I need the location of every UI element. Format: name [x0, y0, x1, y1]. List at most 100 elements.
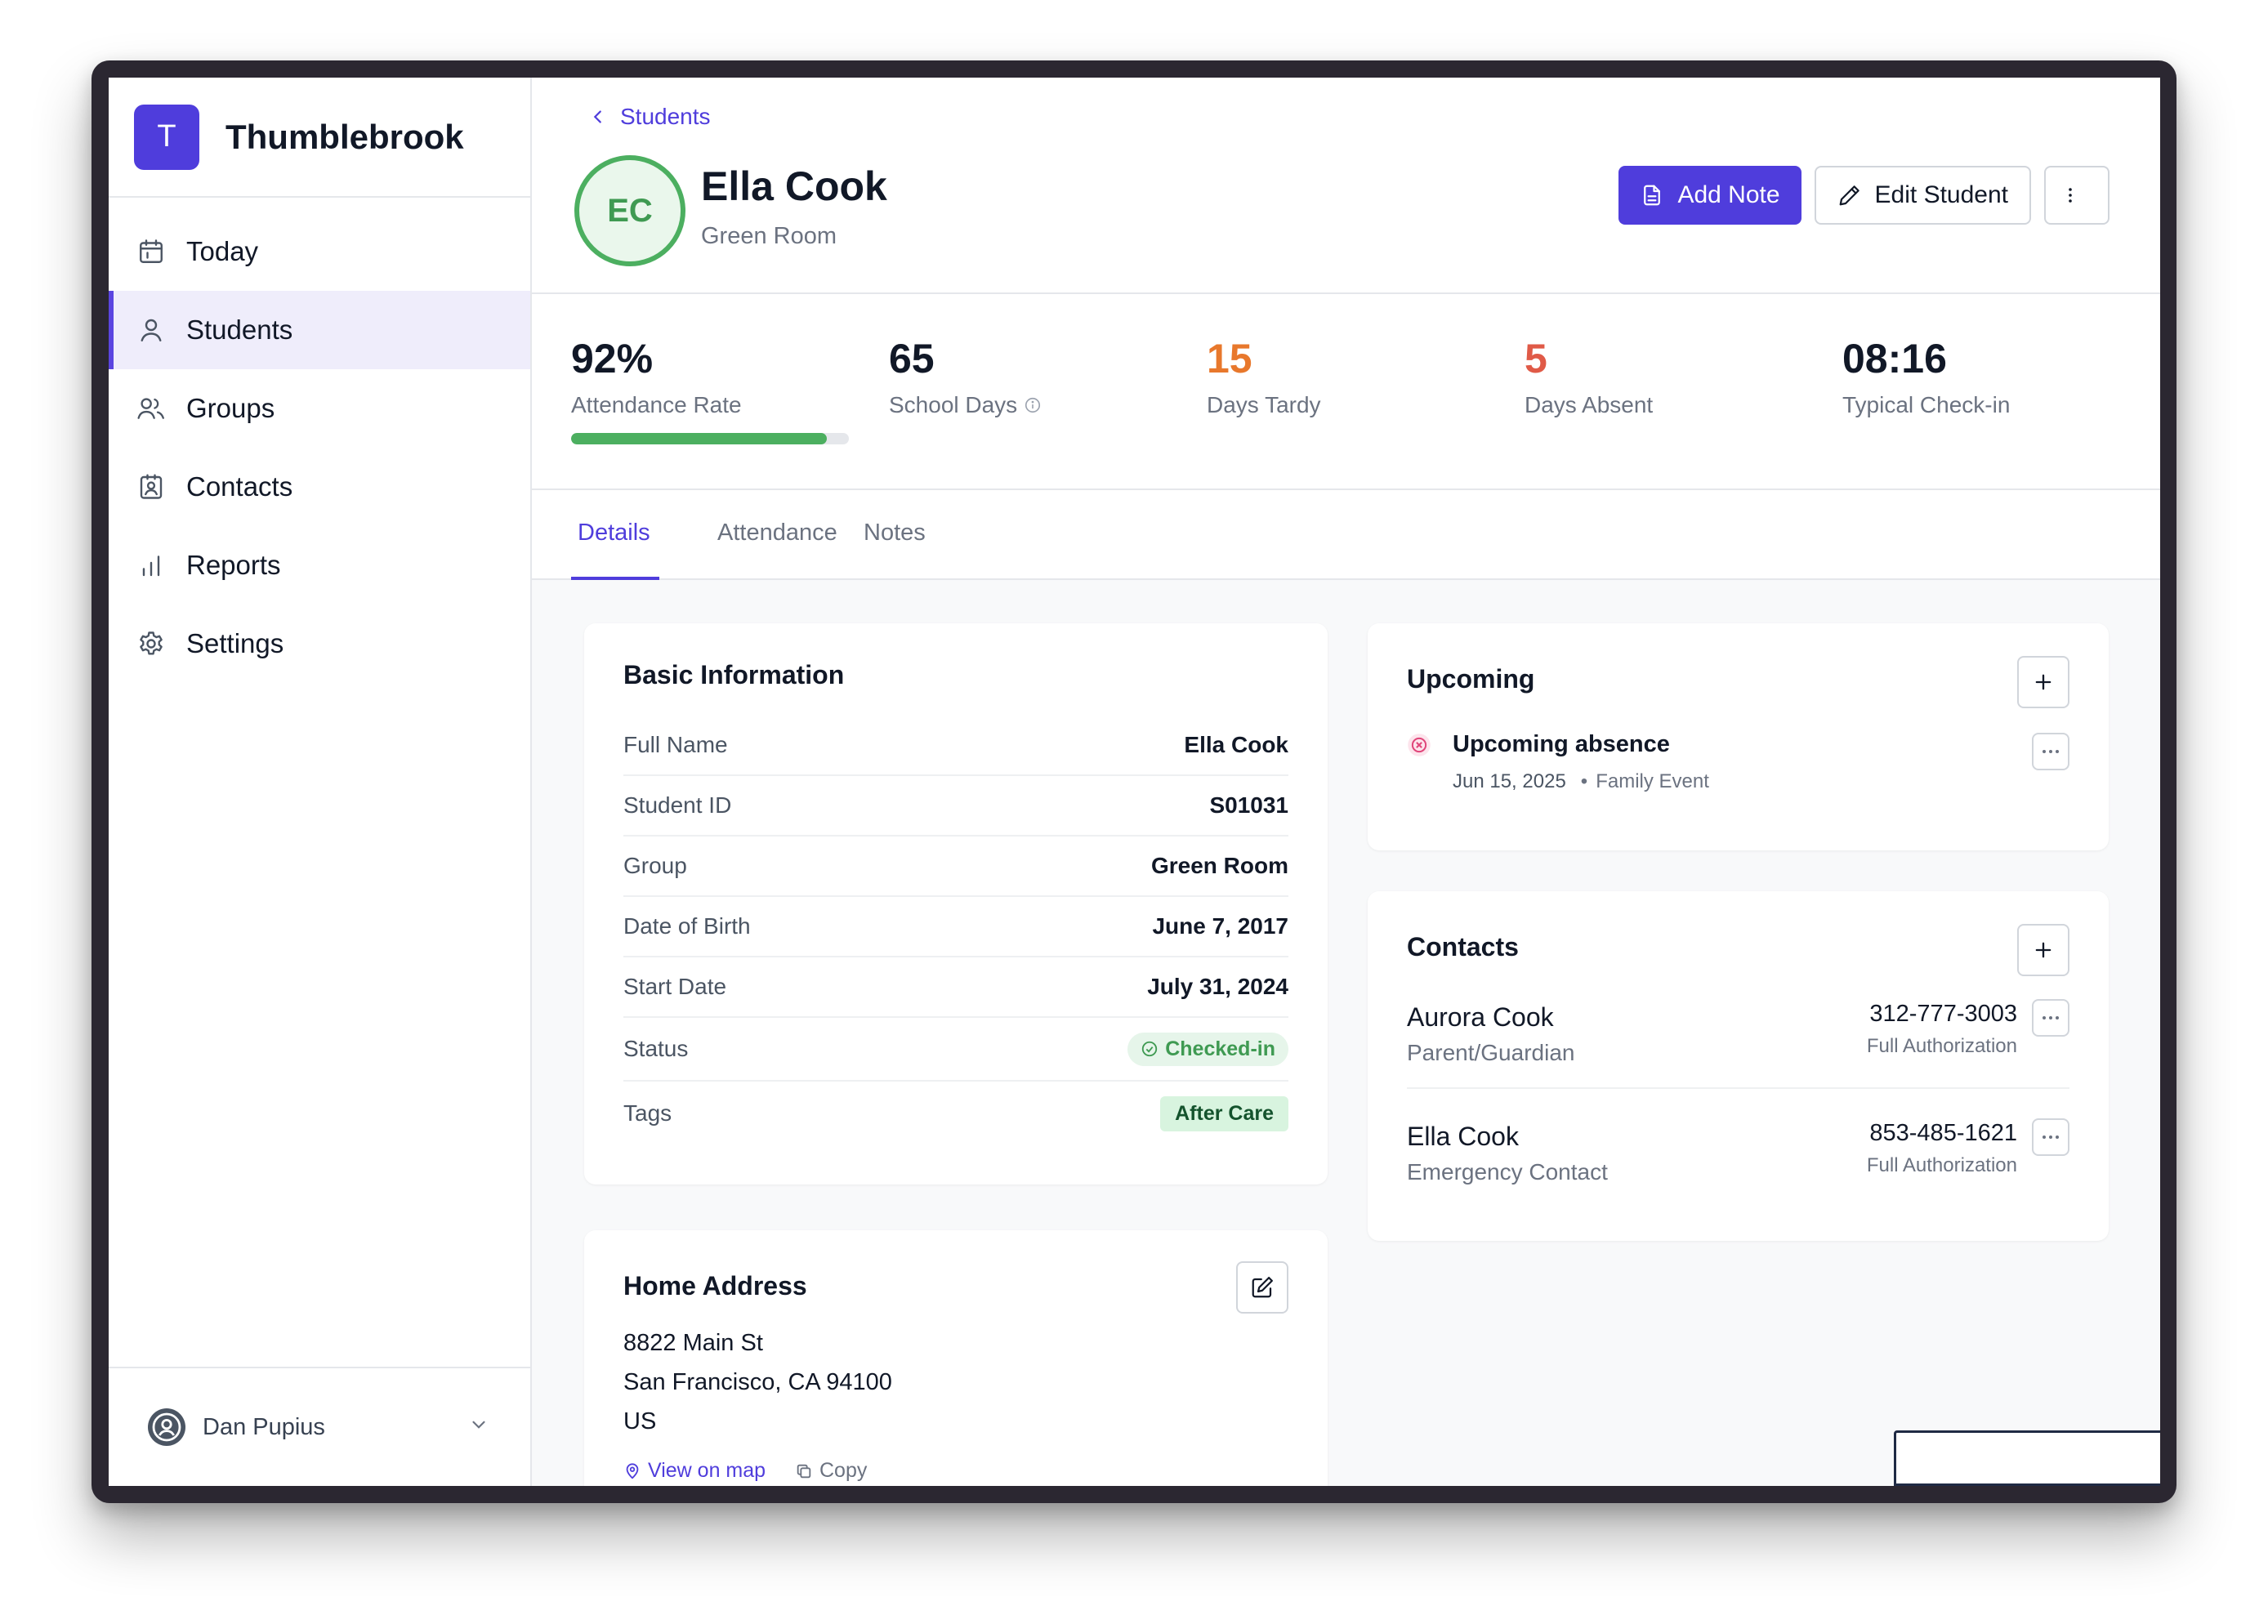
stat-value: 65	[889, 336, 935, 381]
pencil-icon	[1839, 185, 1859, 206]
info-icon[interactable]	[1024, 396, 1042, 414]
floating-panel[interactable]	[1894, 1430, 2160, 1486]
stat-days-absent: 5 Days Absent	[1525, 335, 1653, 418]
info-value: July 31, 2024	[1147, 974, 1288, 999]
stat-value: 08:16	[1842, 336, 1947, 381]
header-actions: Add Note Edit Student	[1618, 166, 2110, 225]
contact-phone[interactable]: 853-485-1621	[1869, 1120, 2017, 1147]
user-name: Dan Pupius	[203, 1413, 325, 1440]
tab-notes[interactable]: Notes	[864, 520, 926, 547]
upcoming-item-title: Upcoming absence	[1453, 731, 1670, 757]
upcoming-item-more-button[interactable]	[2032, 733, 2069, 770]
stat-label-row: School Days	[889, 392, 1042, 418]
sidebar-item-groups[interactable]: Groups	[109, 369, 530, 448]
contact-role: Emergency Contact	[1407, 1159, 1608, 1185]
breadcrumb[interactable]: Students	[589, 104, 711, 130]
stat-days-tardy: 15 Days Tardy	[1207, 335, 1321, 418]
stat-label: Days Absent	[1525, 392, 1654, 417]
info-row-status: Status Checked-in	[623, 1018, 1288, 1082]
stat-label: Days Tardy	[1207, 392, 1321, 417]
check-circle-icon	[1142, 1041, 1158, 1057]
edit-student-label: Edit Student	[1874, 181, 2008, 208]
sidebar-item-reports[interactable]: Reports	[109, 526, 530, 605]
copy-icon	[797, 1464, 811, 1478]
edit-address-button[interactable]	[1236, 1261, 1288, 1314]
sidebar-item-contacts[interactable]: Contacts	[109, 448, 530, 526]
info-row-full-name: Full Name Ella Cook	[623, 716, 1288, 776]
add-upcoming-button[interactable]	[2017, 656, 2069, 708]
user-icon	[135, 314, 167, 346]
sidebar-item-today[interactable]: Today	[109, 212, 530, 291]
attendance-progress-fill	[571, 433, 827, 444]
info-key: Tags	[623, 1100, 672, 1126]
contact-phone[interactable]: 312-777-3003	[1869, 1001, 2017, 1028]
card-title: Basic Information	[623, 660, 845, 689]
more-vertical-icon	[2069, 188, 2072, 203]
main-content: Students EC Ella Cook Green Room Add Not…	[532, 78, 2160, 1486]
info-value: Green Room	[1150, 853, 1288, 878]
brand-logo: T	[134, 104, 199, 170]
info-value: Ella Cook	[1184, 732, 1288, 757]
tag-badge[interactable]: After Care	[1160, 1095, 1288, 1131]
copy-address-button[interactable]: Copy	[795, 1459, 867, 1483]
sidebar-item-students[interactable]: Students	[109, 291, 530, 369]
info-key: Status	[623, 1036, 689, 1061]
page-title: Ella Cook	[701, 163, 887, 209]
plus-icon	[2035, 674, 2051, 690]
upcoming-card: Upcoming Upcoming absence Jun 15, 2025 •…	[1368, 623, 2109, 850]
stat-school-days: 65 School Days	[889, 335, 1042, 418]
home-address-card: Home Address 8822 Main St San Francisco,…	[584, 1230, 1328, 1486]
contact-name: Aurora Cook	[1407, 1002, 1554, 1032]
user-menu[interactable]: Dan Pupius	[109, 1367, 530, 1486]
avatar: EC	[574, 155, 685, 266]
contact-more-button[interactable]	[2032, 1118, 2069, 1156]
stat-value: 15	[1207, 336, 1252, 381]
contact-authorization: Full Authorization	[1866, 1154, 2017, 1176]
user-avatar-icon	[147, 1408, 186, 1447]
tab-bar: Details Attendance Notes	[532, 490, 2160, 580]
card-title: Upcoming	[1407, 664, 1535, 694]
add-note-button[interactable]: Add Note	[1618, 166, 1801, 225]
info-key: Student ID	[623, 792, 732, 818]
edit-student-button[interactable]: Edit Student	[1814, 166, 2031, 225]
plus-icon	[2035, 942, 2051, 958]
map-pin-icon	[626, 1462, 639, 1479]
contact-more-button[interactable]	[2032, 999, 2069, 1037]
sidebar: T Thumblebrook Today Students Groups Con…	[109, 78, 532, 1486]
breadcrumb-link[interactable]: Students	[620, 104, 711, 130]
view-on-map-link[interactable]: View on map	[623, 1459, 766, 1483]
card-title: Contacts	[1407, 932, 1519, 961]
brand[interactable]: T Thumblebrook	[109, 78, 530, 198]
info-row-tags: Tags After Care	[623, 1082, 1288, 1145]
tab-attendance[interactable]: Attendance	[717, 520, 837, 547]
add-contact-button[interactable]	[2017, 924, 2069, 976]
chevron-down-icon[interactable]	[468, 1414, 489, 1439]
upcoming-item-date: Jun 15, 2025	[1453, 770, 1566, 792]
info-row-group: Group Green Room	[623, 837, 1288, 897]
info-value: S01031	[1209, 792, 1288, 818]
contact-authorization: Full Authorization	[1866, 1035, 2017, 1057]
copy-label: Copy	[819, 1459, 868, 1482]
contacts-card: Contacts Aurora Cook Parent/Guardian 312…	[1368, 891, 2109, 1241]
active-tab-indicator	[571, 577, 659, 580]
stat-value: 5	[1525, 336, 1547, 381]
upcoming-item-detail: Family Event	[1596, 770, 1709, 792]
basic-information-card: Basic Information Full Name Ella Cook St…	[584, 623, 1328, 1185]
sidebar-item-settings[interactable]: Settings	[109, 605, 530, 683]
info-key: Start Date	[623, 974, 727, 999]
upcoming-item-meta: Jun 15, 2025 • Family Event	[1453, 770, 1709, 793]
document-icon	[1644, 185, 1661, 206]
stat-typical-checkin: 08:16 Typical Check-in	[1842, 335, 2010, 418]
more-horizontal-icon	[2043, 750, 2059, 753]
status-badge: Checked-in	[1127, 1032, 1288, 1066]
tab-details[interactable]: Details	[578, 520, 650, 547]
contact-name: Ella Cook	[1407, 1122, 1519, 1151]
student-room: Green Room	[701, 223, 837, 249]
info-row-start-date: Start Date July 31, 2024	[623, 957, 1288, 1018]
student-header: Students EC Ella Cook Green Room Add Not…	[532, 78, 2160, 294]
sidebar-item-label: Students	[186, 315, 293, 345]
info-row-student-id: Student ID S01031	[623, 776, 1288, 837]
sidebar-nav: Today Students Groups Contacts Reports S…	[109, 198, 530, 683]
more-actions-button[interactable]	[2044, 166, 2110, 225]
edit-icon	[1252, 1277, 1273, 1298]
